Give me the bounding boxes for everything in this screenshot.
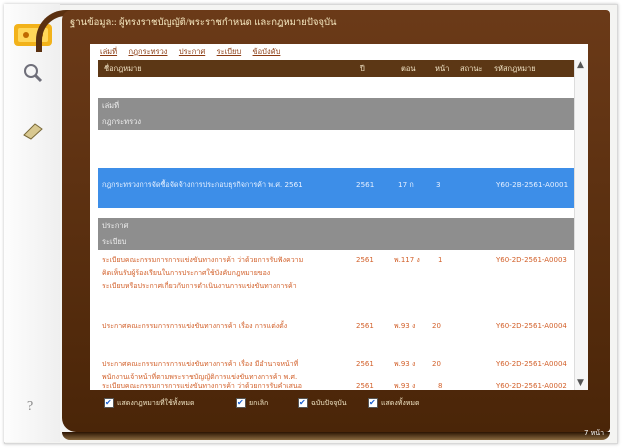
- header-year[interactable]: ปี: [360, 60, 365, 77]
- option-current[interactable]: ฉบับปัจจุบัน: [298, 396, 347, 410]
- link-book[interactable]: เล่มที่: [100, 47, 117, 56]
- header-status[interactable]: สถานะ: [460, 60, 483, 77]
- window-title: ฐานข้อมูล:: ผู้ทรงราชบัญญัติ/พระราชกำหนด…: [70, 18, 337, 28]
- checkbox[interactable]: [104, 396, 114, 410]
- link-announcement[interactable]: ประกาศ: [179, 47, 205, 56]
- row-page: 20: [432, 360, 441, 368]
- header-name[interactable]: ชื่อกฎหมาย: [104, 60, 142, 77]
- selected-code: Y60-2B-2561-A0001: [496, 180, 569, 189]
- panel-shadow: [62, 432, 610, 440]
- row-year: 2561: [356, 322, 374, 330]
- group-ministerial: กฎกระทรวง: [98, 114, 574, 130]
- checkbox[interactable]: [368, 396, 378, 410]
- table-header: ชื่อกฎหมาย ปี ตอน หน้า สถานะ รหัสกฎหมาย: [98, 60, 574, 77]
- selected-name: กฎกระทรวงการจัดซื้อจัดจ้างการประกอบธุรกิ…: [102, 180, 303, 189]
- header-code[interactable]: รหัสกฎหมาย: [494, 60, 536, 77]
- checkbox[interactable]: [236, 396, 246, 410]
- row-page: 8: [438, 382, 443, 390]
- row-volume: พ.117 ง: [394, 256, 420, 264]
- option-label: แสดงทั้งหมด: [381, 399, 420, 407]
- content-area: เล่มที่ กฎกระทรวง ประกาศ ระเบียบ ข้อบังค…: [90, 44, 588, 390]
- option-label: ฉบับปัจจุบัน: [311, 399, 347, 407]
- row-name-line: ประกาศคณะกรรมการการแข่งขันทางการค้า เรื่…: [102, 322, 288, 330]
- link-regulation[interactable]: ระเบียบ: [217, 47, 242, 56]
- option-show-all[interactable]: แสดงทั้งหมด: [368, 396, 420, 410]
- group-book: เล่มที่: [98, 98, 574, 114]
- option-cancelled[interactable]: ยกเลิก: [236, 396, 268, 410]
- scroll-up-icon[interactable]: ▲: [577, 60, 584, 70]
- search-icon[interactable]: [18, 60, 48, 86]
- row-year: 2561: [356, 360, 374, 368]
- page-count: 7 หน้า: [584, 429, 605, 437]
- table-row[interactable]: ระเบียบคณะกรรมการการแข่งขันทางการค้า ว่า…: [98, 380, 574, 390]
- row-code: Y60-2D-2561-A0004: [496, 322, 567, 330]
- nav-links: เล่มที่ กฎกระทรวง ประกาศ ระเบียบ ข้อบังค…: [90, 44, 588, 60]
- row-volume: พ.93 ง: [394, 382, 416, 390]
- table-row[interactable]: ประกาศคณะกรรมการการแข่งขันทางการค้า เรื่…: [98, 320, 574, 336]
- header-page[interactable]: หน้า: [435, 60, 449, 77]
- header-volume[interactable]: ตอน: [401, 60, 416, 77]
- checkbox[interactable]: [298, 396, 308, 410]
- option-label: แสดงกฎหมายที่ใช้ทั้งหมด: [117, 399, 195, 407]
- row-page: 20: [432, 322, 441, 330]
- table-row[interactable]: ระเบียบคณะกรรมการการแข่งขันทางการค้า ว่า…: [98, 254, 574, 298]
- group-announcement: ประกาศ: [98, 218, 574, 234]
- row-name-line: คิดเห็นรับผู้ร้องเรียนในการประกาศใช้บังค…: [102, 269, 271, 277]
- row-code: Y60-2D-2561-A0003: [496, 256, 567, 264]
- selected-row[interactable]: กฎกระทรวงการจัดซื้อจัดจ้างการประกอบธุรกิ…: [98, 168, 574, 208]
- option-show-all-laws[interactable]: แสดงกฎหมายที่ใช้ทั้งหมด: [104, 396, 195, 410]
- svg-text:?: ?: [27, 399, 33, 414]
- row-name-line: ระเบียบคณะกรรมการการแข่งขันทางการค้า ว่า…: [102, 256, 304, 264]
- row-code: Y60-2D-2561-A0002: [496, 382, 567, 390]
- row-year: 2561: [356, 256, 374, 264]
- help-icon[interactable]: ?: [18, 392, 48, 418]
- row-name-line: ประกาศคณะกรรมการการแข่งขันทางการค้า เรื่…: [102, 360, 299, 368]
- group-regulation: ระเบียบ: [98, 234, 574, 250]
- selected-page: 3: [436, 180, 441, 189]
- row-volume: พ.93 ง: [394, 360, 416, 368]
- link-bylaw[interactable]: ข้อบังคับ: [253, 47, 281, 56]
- row-volume: พ.93 ง: [394, 322, 416, 330]
- row-page: 1: [438, 256, 443, 264]
- scroll-down-icon[interactable]: ▼: [577, 378, 584, 388]
- option-label: ยกเลิก: [249, 399, 269, 407]
- footer-options: แสดงกฎหมายที่ใช้ทั้งหมด ยกเลิก ฉบับปัจจุ…: [96, 396, 596, 410]
- row-year: 2561: [356, 382, 374, 390]
- selected-year: 2561: [356, 180, 375, 189]
- left-toolbar: ?: [4, 4, 60, 442]
- vertical-scrollbar[interactable]: ▲ ▼: [574, 60, 588, 390]
- row-name-line: ระเบียบคณะกรรมการการแข่งขันทางการค้า ว่า…: [102, 382, 302, 390]
- book-icon[interactable]: [18, 118, 48, 144]
- row-code: Y60-2D-2561-A0004: [496, 360, 567, 368]
- selected-volume: 17 ก: [398, 180, 414, 189]
- link-ministerial[interactable]: กฎกระทรวง: [128, 47, 167, 56]
- row-name-line: ระเบียบหรือประกาศเกี่ยวกับการดำเนินงานกา…: [102, 282, 297, 290]
